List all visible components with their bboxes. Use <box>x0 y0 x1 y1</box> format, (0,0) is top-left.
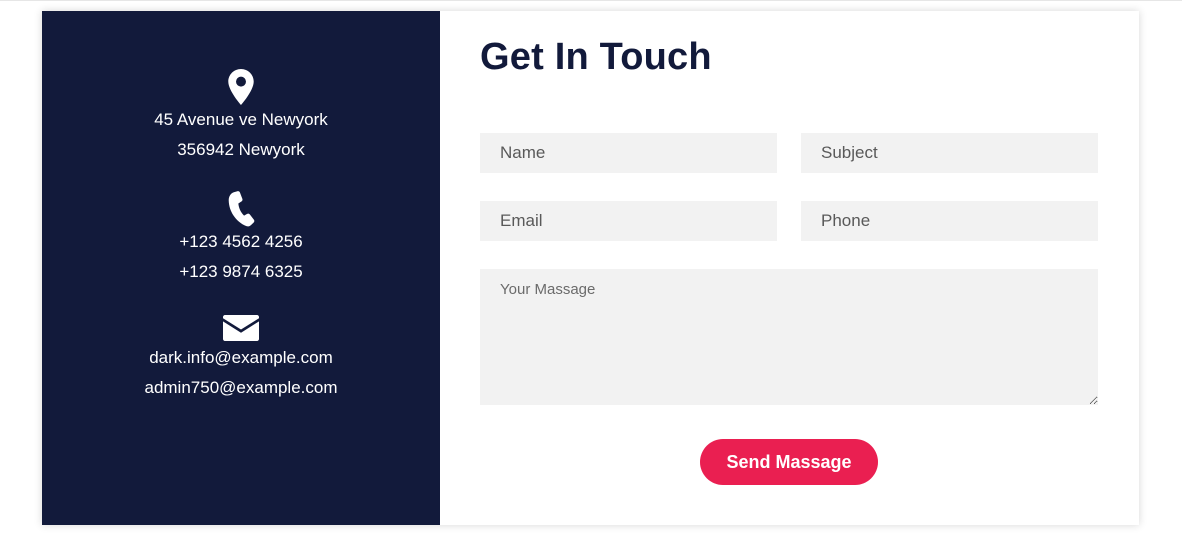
address-line-1: 45 Avenue ve Newyork <box>154 110 328 129</box>
email-block: dark.info@example.com admin750@example.c… <box>42 315 440 403</box>
phone-icon <box>228 191 255 227</box>
form-title: Get In Touch <box>480 36 712 78</box>
email-input[interactable] <box>480 201 777 241</box>
email-line-2: admin750@example.com <box>144 378 338 397</box>
contact-card: 45 Avenue ve Newyork 356942 Newyork +123… <box>42 11 1139 525</box>
phone-block: +123 4562 4256 +123 9874 6325 <box>42 191 440 287</box>
phone-line-1: +123 4562 4256 <box>179 232 303 251</box>
address-line-2: 356942 Newyork <box>177 140 305 159</box>
contact-info-panel: 45 Avenue ve Newyork 356942 Newyork +123… <box>42 11 440 525</box>
message-textarea[interactable] <box>480 269 1098 405</box>
address-block: 45 Avenue ve Newyork 356942 Newyork <box>42 69 440 165</box>
phone-input[interactable] <box>801 201 1098 241</box>
map-pin-icon <box>228 69 254 105</box>
send-message-button[interactable]: Send Massage <box>700 439 878 485</box>
top-divider <box>0 0 1182 1</box>
phone-line-2: +123 9874 6325 <box>179 262 303 281</box>
envelope-icon <box>223 315 259 341</box>
contact-form-panel: Get In Touch Send Massage <box>440 11 1139 525</box>
name-input[interactable] <box>480 133 777 173</box>
email-line-1: dark.info@example.com <box>149 348 333 367</box>
subject-input[interactable] <box>801 133 1098 173</box>
